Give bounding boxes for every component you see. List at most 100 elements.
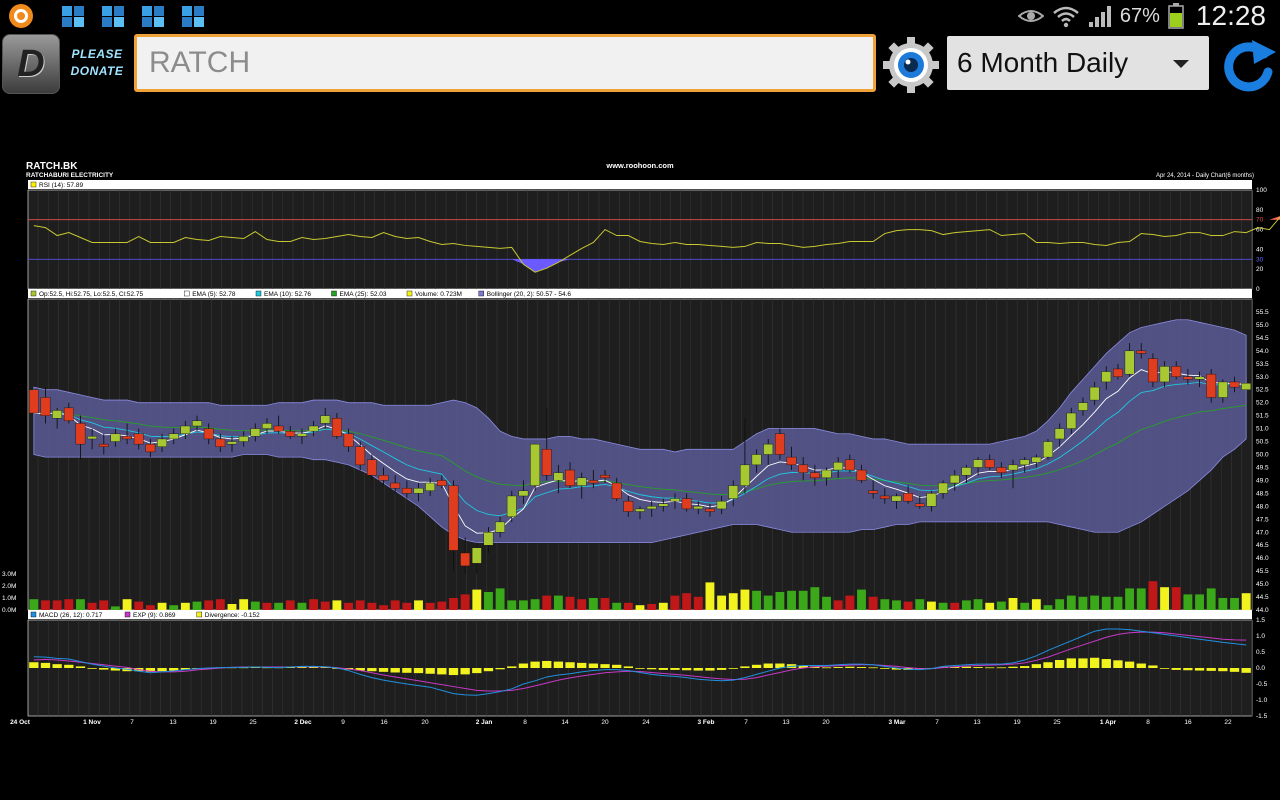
status-bar: 67% 12:28 [0, 0, 1280, 32]
candle-up [1217, 381, 1228, 398]
volume-bar [1171, 587, 1181, 610]
signal-icon [1088, 6, 1111, 27]
candle-up [670, 498, 680, 502]
chevron-down-icon [1173, 60, 1189, 68]
volume-bar [76, 599, 85, 610]
volume-bar [1043, 605, 1053, 610]
legend-label: EXP (9): 0.869 [133, 612, 176, 619]
volume-bar [1136, 588, 1146, 610]
x-tick: 7 [744, 719, 748, 726]
legend-swatch [255, 290, 262, 297]
x-tick: 16 [1184, 719, 1192, 726]
divergence-bar [577, 662, 587, 668]
candle-up [938, 482, 948, 494]
candle-down [1171, 366, 1182, 377]
candle-down [133, 433, 144, 445]
divergence-bar [961, 666, 972, 668]
stock-chart[interactable]: RATCH.BK RATCHABURI ELECTRICITY www.rooh… [0, 158, 1280, 730]
volume-bar [973, 599, 983, 610]
launcher-icon[interactable] [8, 3, 34, 29]
x-tick: 22 [1224, 719, 1232, 726]
price-tick: 54.5 [1256, 335, 1269, 342]
rsi-tick: 20 [1256, 266, 1264, 273]
divergence-bar [542, 660, 552, 668]
candle-up [891, 495, 902, 502]
candle-down [705, 508, 715, 512]
divergence-bar [1043, 662, 1053, 668]
candle-down [28, 389, 39, 414]
volume-bar [87, 602, 97, 610]
candle-up [973, 459, 983, 468]
volume-bar [740, 589, 750, 610]
donate-logo-button[interactable]: D [2, 34, 60, 94]
divergence-bar [693, 668, 703, 671]
cube-icon [142, 6, 164, 27]
candle-up [1101, 371, 1112, 383]
macd-tick: -1.0 [1256, 697, 1268, 704]
volume-bar [1206, 588, 1216, 610]
x-tick: 7 [935, 719, 939, 726]
donate-text[interactable]: PLEASE DONATE [64, 46, 130, 80]
divergence-bar [1113, 660, 1123, 668]
divergence-bar [1183, 668, 1193, 671]
settings-gear-icon[interactable] [882, 36, 940, 94]
volume-bar [110, 606, 120, 610]
divergence-bar [530, 661, 540, 668]
refresh-icon[interactable] [1218, 34, 1278, 98]
candle-down [343, 433, 354, 447]
chart-container[interactable]: RATCH.BK RATCHABURI ELECTRICITY www.rooh… [0, 158, 1280, 730]
legend-swatch [124, 611, 131, 618]
volume-bar [682, 593, 692, 610]
divergence-bar [985, 667, 995, 669]
price-tick: 50.5 [1256, 439, 1269, 446]
candle-up [250, 428, 261, 437]
rsi-header [28, 180, 1252, 189]
candle-up [821, 469, 832, 479]
divergence-bar [1101, 659, 1111, 668]
symbol-input[interactable] [134, 34, 876, 92]
volume-bar [344, 602, 354, 610]
donate-line-1: PLEASE [71, 47, 123, 61]
candle-up [413, 487, 424, 494]
candle-down [879, 495, 890, 499]
price-tick: 46.0 [1256, 555, 1269, 562]
candle-up [961, 467, 972, 476]
candle-up [52, 410, 63, 419]
divergence-bar [1020, 666, 1030, 668]
divergence-bar [390, 668, 400, 673]
divergence-bar [646, 668, 657, 670]
x-tick: 13 [782, 719, 790, 726]
volume-bar [693, 596, 703, 610]
volume-bar [577, 599, 587, 610]
candle-down [63, 407, 74, 422]
range-select[interactable]: 6 Month Daily [947, 36, 1209, 90]
candle-up [192, 420, 202, 427]
candle-down [1136, 350, 1147, 354]
candle-up [693, 506, 704, 510]
divergence-bar [367, 668, 377, 672]
volume-bar [1055, 599, 1065, 610]
volume-bar [1148, 581, 1158, 610]
divergence-bar [483, 668, 494, 672]
divergence-bar [1159, 668, 1170, 669]
divergence-bar [751, 664, 762, 668]
candle-down [611, 482, 622, 499]
volume-bar [623, 602, 633, 610]
divergence-bar [472, 668, 482, 674]
candle-up [180, 425, 191, 434]
candle-down [75, 423, 86, 445]
divergence-bar [1218, 668, 1228, 672]
divergence-bar [880, 668, 890, 669]
candle-up [646, 506, 657, 510]
clock: 12:28 [1195, 0, 1266, 31]
divergence-bar [681, 668, 692, 671]
divergence-bar [740, 666, 750, 668]
volume-bar [1090, 595, 1100, 610]
divergence-bar [75, 666, 86, 668]
volume-bar [227, 604, 237, 610]
x-tick: 19 [1013, 719, 1021, 726]
price-tick: 50.0 [1256, 452, 1269, 459]
divergence-bar [705, 668, 715, 671]
volume-bar [285, 600, 295, 610]
x-tick: 2 Jan [476, 719, 493, 726]
